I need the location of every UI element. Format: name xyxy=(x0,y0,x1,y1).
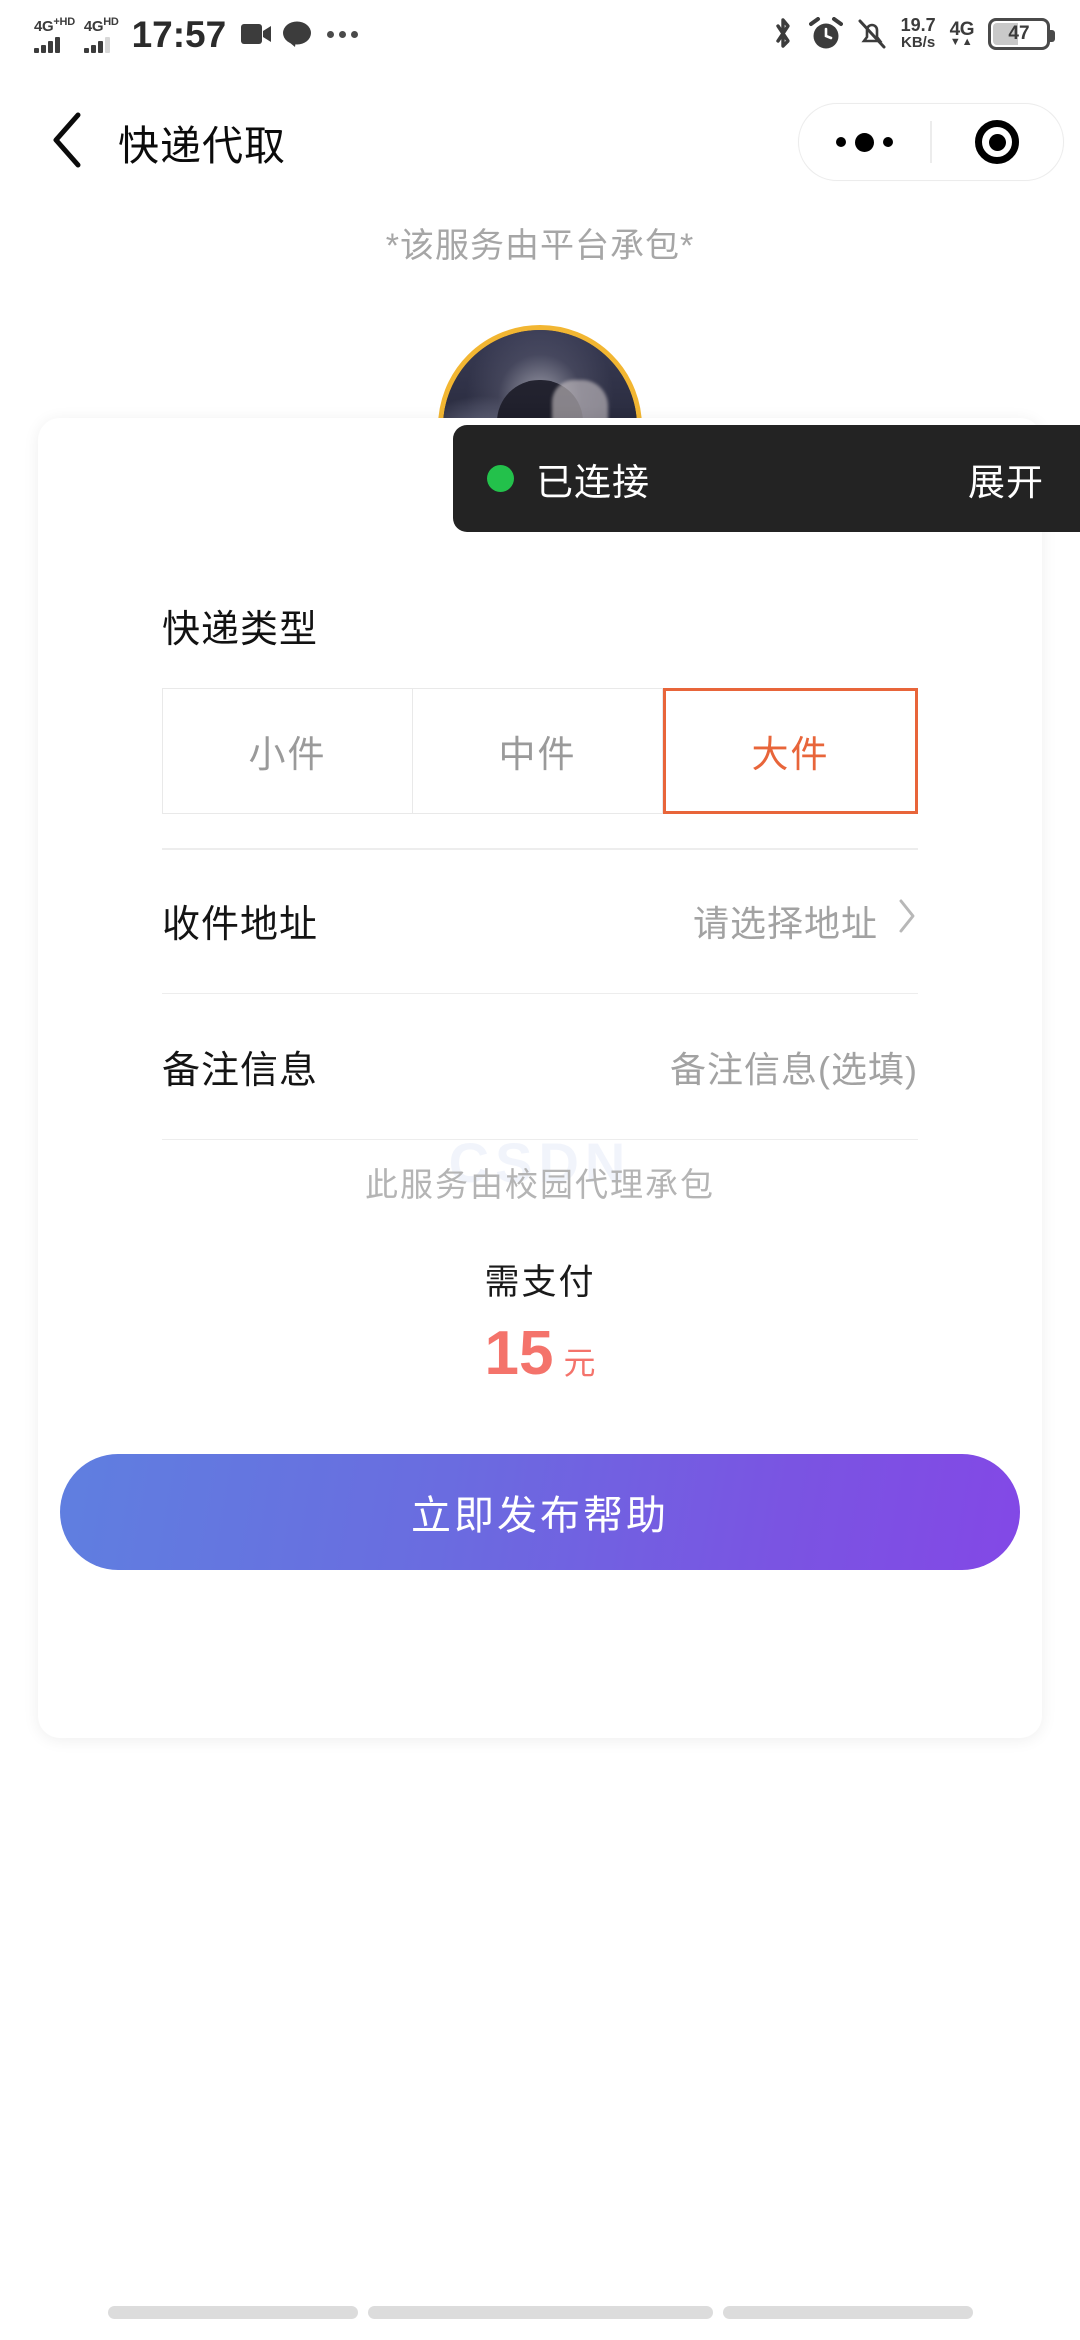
capsule-close-button[interactable] xyxy=(932,104,1063,180)
status-bar-clock: 17:57 xyxy=(131,13,227,55)
express-type-option-small[interactable]: 小件 xyxy=(162,688,413,814)
connection-status-dot xyxy=(487,465,514,492)
order-form-card: 快递类型 小件 中件 大件 收件地址 请选择地址 备注信息 备注信息(选填) C… xyxy=(38,418,1042,1738)
express-type-option-medium[interactable]: 中件 xyxy=(413,688,663,814)
signal-indicator-sim2: 4GHD xyxy=(83,15,119,53)
network-speed-indicator: 19.7 KB/s xyxy=(900,15,936,51)
bluetooth-icon xyxy=(771,17,795,51)
status-bar-right: 19.7 KB/s 4G ▼▲ 47 xyxy=(771,15,1055,51)
publish-help-button[interactable]: 立即发布帮助 xyxy=(60,1454,1020,1570)
page-title: 快递代取 xyxy=(118,123,286,169)
price-amount: 15 xyxy=(484,1319,554,1388)
receiver-address-value: 请选择地址 xyxy=(693,895,918,947)
target-circle-icon xyxy=(975,120,1020,164)
platform-notice-text: *该服务由平台承包* xyxy=(385,227,695,265)
signal-label-sim1: 4G+HD xyxy=(34,16,75,35)
nav-home-bar[interactable] xyxy=(367,2306,713,2319)
more-dots-icon xyxy=(836,132,894,152)
miniprogram-capsule xyxy=(798,103,1064,181)
remark-label: 备注信息 xyxy=(162,1050,319,1092)
chat-bubble-icon xyxy=(282,21,312,48)
express-type-option-large[interactable]: 大件 xyxy=(663,688,918,814)
signal-bars-sim1 xyxy=(34,36,60,53)
status-bar: 4G+HD 4GHD 17:57 19.7 KB/s 4G ▼▲ 47 xyxy=(0,0,1080,68)
network-type-indicator: 4G ▼▲ xyxy=(949,18,975,48)
payment-label: 需支付 xyxy=(484,1263,596,1302)
signal-indicator-sim1: 4G+HD xyxy=(34,15,75,53)
alarm-clock-icon xyxy=(808,17,843,51)
payment-price: 15 元 xyxy=(38,1318,1042,1389)
express-type-label: 快递类型 xyxy=(162,609,319,651)
chevron-left-icon xyxy=(48,110,88,175)
price-unit: 元 xyxy=(563,1345,596,1381)
navigation-bar: 快递代取 xyxy=(0,96,1080,188)
receiver-address-row[interactable]: 收件地址 请选择地址 xyxy=(162,848,918,994)
status-bar-left: 4G+HD 4GHD 17:57 xyxy=(34,13,359,55)
system-navigation-bar xyxy=(0,2306,1080,2322)
capsule-more-button[interactable] xyxy=(799,104,930,180)
nav-recents-bar[interactable] xyxy=(722,2306,973,2319)
connection-status-text: 已连接 xyxy=(536,461,650,503)
battery-indicator: 47 xyxy=(988,18,1055,50)
receiver-address-placeholder: 请选择地址 xyxy=(692,902,878,944)
camera-icon xyxy=(241,22,273,46)
connection-expand-button[interactable]: 展开 xyxy=(968,452,1044,506)
chevron-right-icon xyxy=(896,897,918,944)
mute-bell-icon xyxy=(857,17,887,51)
service-provider-note: 此服务由校园代理承包 xyxy=(365,1166,715,1203)
battery-percent-label: 47 xyxy=(1008,23,1030,44)
phone-screen: 4G+HD 4GHD 17:57 19.7 KB/s 4G ▼▲ 47 快递代取… xyxy=(0,0,1080,2340)
signal-bars-sim2 xyxy=(83,36,110,53)
receiver-address-label: 收件地址 xyxy=(162,904,319,946)
back-button[interactable] xyxy=(36,110,100,174)
express-type-selector: 小件 中件 大件 xyxy=(162,688,918,814)
connection-banner[interactable]: 已连接 展开 xyxy=(453,425,1080,532)
remark-input[interactable]: 备注信息(选填) xyxy=(670,1041,918,1093)
remark-row[interactable]: 备注信息 备注信息(选填) xyxy=(162,994,918,1140)
signal-label-sim2: 4GHD xyxy=(83,16,119,35)
more-dots-icon xyxy=(327,30,359,38)
nav-back-bar[interactable] xyxy=(107,2306,358,2319)
